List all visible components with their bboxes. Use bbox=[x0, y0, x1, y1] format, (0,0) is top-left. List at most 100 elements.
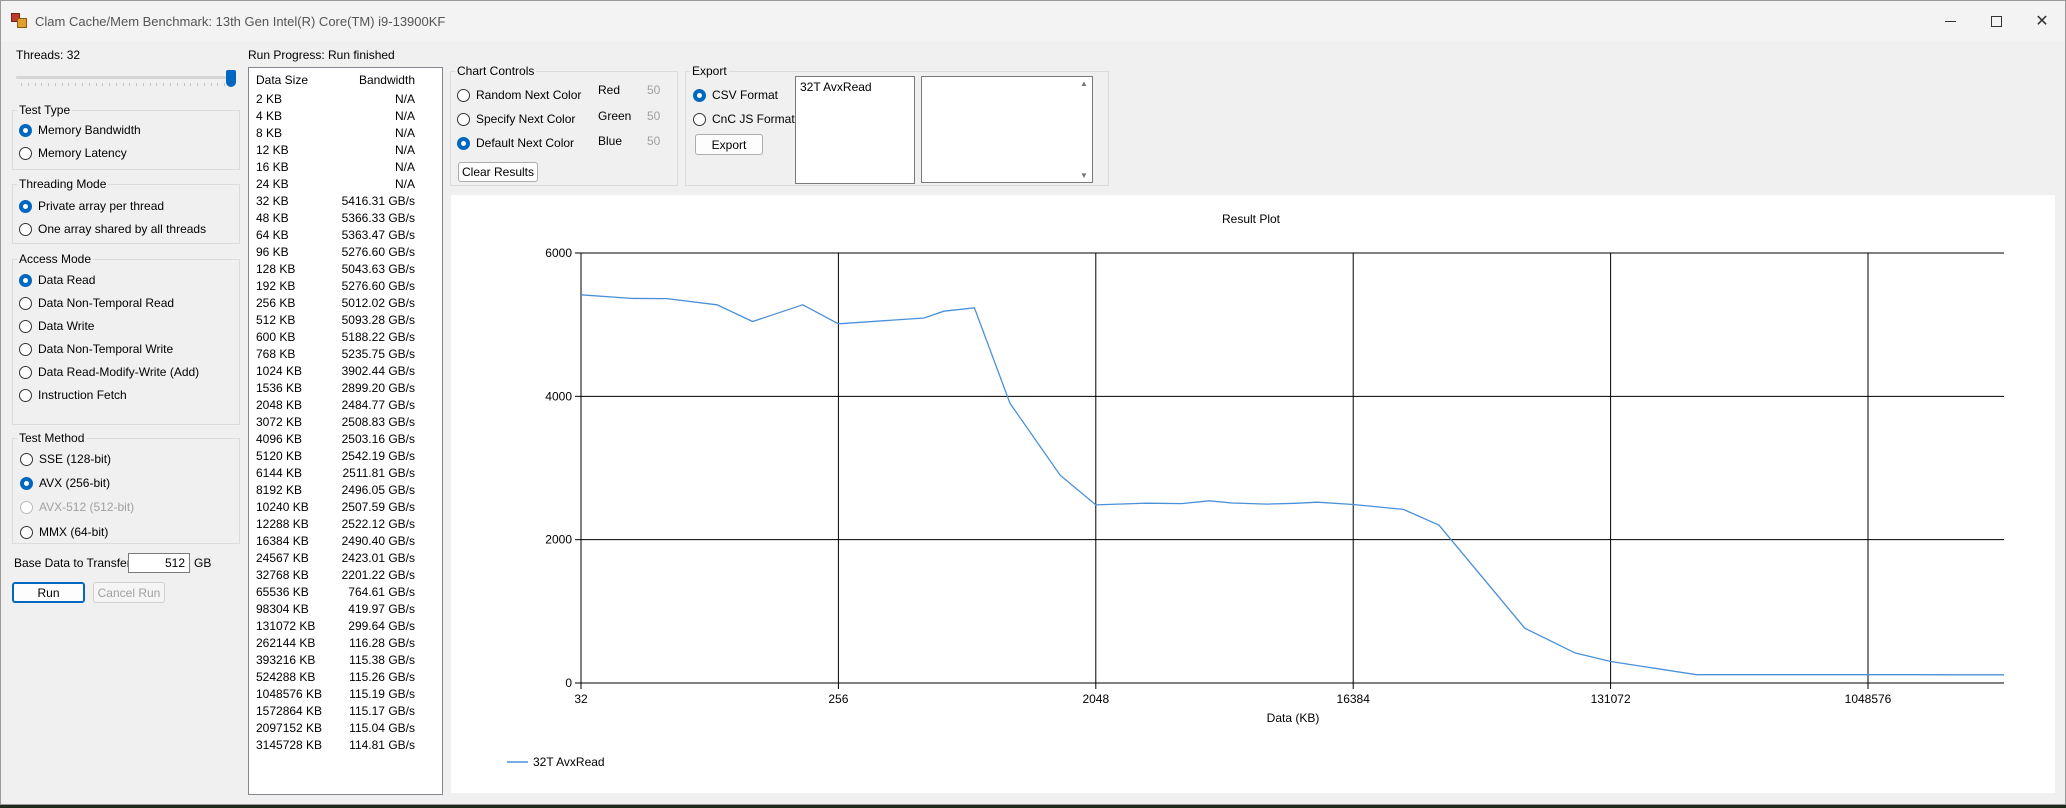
export-button[interactable]: Export bbox=[695, 134, 763, 155]
table-row[interactable]: 98304 KB 419.97 GB/s bbox=[249, 600, 442, 617]
radio-label: SSE (128-bit) bbox=[39, 452, 112, 466]
table-row[interactable]: 192 KB 5276.60 GB/s bbox=[249, 277, 442, 294]
table-row[interactable]: 2 KB N/A bbox=[249, 90, 442, 107]
cell-data-size: 8192 KB bbox=[256, 483, 303, 497]
radio-specify-color[interactable]: Specify Next Color bbox=[457, 111, 575, 127]
table-row[interactable]: 524288 KB 115.26 GB/s bbox=[249, 668, 442, 685]
table-row[interactable]: 1024 KB 3902.44 GB/s bbox=[249, 362, 442, 379]
table-row[interactable]: 32768 KB 2201.22 GB/s bbox=[249, 566, 442, 583]
table-row[interactable]: 24567 KB 2423.01 GB/s bbox=[249, 549, 442, 566]
results-list[interactable]: Data Size Bandwidth 2 KB N/A 4 KB N/A 8 KB N/… bbox=[248, 67, 443, 795]
cell-data-size: 24 KB bbox=[256, 177, 289, 191]
export-scrollbar[interactable]: ▲ ▼ bbox=[1075, 77, 1092, 182]
table-row[interactable]: 64 KB 5363.47 GB/s bbox=[249, 226, 442, 243]
export-output-box[interactable]: ▲ ▼ bbox=[921, 76, 1093, 183]
table-row[interactable]: 5120 KB 2542.19 GB/s bbox=[249, 447, 442, 464]
table-row[interactable]: 96 KB 5276.60 GB/s bbox=[249, 243, 442, 260]
cell-bandwidth: 115.38 GB/s bbox=[349, 653, 415, 667]
cell-bandwidth: 3902.44 GB/s bbox=[341, 364, 415, 378]
threads-slider[interactable] bbox=[16, 70, 236, 91]
red-label: Red bbox=[598, 83, 621, 97]
table-row[interactable]: 262144 KB 116.28 GB/s bbox=[249, 634, 442, 651]
cell-bandwidth: 419.97 GB/s bbox=[348, 602, 415, 616]
table-row[interactable]: 32 KB 5416.31 GB/s bbox=[249, 192, 442, 209]
table-row[interactable]: 256 KB 5012.02 GB/s bbox=[249, 294, 442, 311]
table-row[interactable]: 12288 KB 2522.12 GB/s bbox=[249, 515, 442, 532]
cell-bandwidth: 2899.20 GB/s bbox=[341, 381, 415, 395]
radio-data-rmw[interactable]: Data Read-Modify-Write (Add) bbox=[19, 364, 199, 380]
slider-tick bbox=[224, 83, 226, 86]
radio-data-read[interactable]: Data Read bbox=[19, 272, 95, 288]
table-row[interactable]: 600 KB 5188.22 GB/s bbox=[249, 328, 442, 345]
radio-circle bbox=[19, 342, 32, 356]
table-row[interactable]: 1536 KB 2899.20 GB/s bbox=[249, 379, 442, 396]
table-row[interactable]: 8192 KB 2496.05 GB/s bbox=[249, 481, 442, 498]
series-list-box[interactable]: 32T AvxRead bbox=[795, 76, 915, 184]
table-row[interactable]: 4096 KB 2503.16 GB/s bbox=[249, 430, 442, 447]
run-button[interactable]: Run bbox=[12, 582, 85, 603]
table-row[interactable]: 4 KB N/A bbox=[249, 107, 442, 124]
table-row[interactable]: 128 KB 5043.63 GB/s bbox=[249, 260, 442, 277]
close-button[interactable]: ✕ bbox=[2019, 1, 2065, 41]
table-row[interactable]: 8 KB N/A bbox=[249, 124, 442, 141]
base-data-label: Base Data to Transfer: bbox=[14, 556, 135, 570]
table-row[interactable]: 48 KB 5366.33 GB/s bbox=[249, 209, 442, 226]
cell-bandwidth: 5093.28 GB/s bbox=[341, 313, 415, 327]
table-row[interactable]: 65536 KB 764.61 GB/s bbox=[249, 583, 442, 600]
cell-bandwidth: 2542.19 GB/s bbox=[341, 449, 415, 463]
base-data-input[interactable]: 512 bbox=[128, 553, 190, 573]
radio-label: One array shared by all threads bbox=[38, 222, 207, 236]
table-row[interactable]: 16 KB N/A bbox=[249, 158, 442, 175]
slider-tick bbox=[115, 83, 117, 86]
chart-series bbox=[580, 294, 2004, 676]
blue-value: 50 bbox=[647, 134, 661, 148]
access-mode-title: Access Mode bbox=[17, 252, 94, 266]
export-group: Export CSV Format CnC JS Format Export 3… bbox=[685, 64, 1109, 186]
slider-tick bbox=[88, 83, 90, 86]
table-row[interactable]: 6144 KB 2511.81 GB/s bbox=[249, 464, 442, 481]
slider-tick bbox=[48, 83, 50, 86]
table-row[interactable]: 1572864 KB 115.17 GB/s bbox=[249, 702, 442, 719]
table-row[interactable]: 16384 KB 2490.40 GB/s bbox=[249, 532, 442, 549]
radio-memory-bandwidth[interactable]: Memory Bandwidth bbox=[19, 122, 141, 138]
scroll-up-icon[interactable]: ▲ bbox=[1080, 79, 1088, 88]
maximize-button[interactable] bbox=[1973, 1, 2019, 41]
radio-avx[interactable]: AVX (256-bit) bbox=[20, 475, 110, 491]
table-row[interactable]: 131072 KB 299.64 GB/s bbox=[249, 617, 442, 634]
slider-tick bbox=[21, 83, 22, 86]
table-row[interactable]: 10240 KB 2507.59 GB/s bbox=[249, 498, 442, 515]
cell-data-size: 65536 KB bbox=[256, 585, 309, 599]
minimize-button[interactable] bbox=[1927, 1, 1973, 41]
clear-results-button[interactable]: Clear Results bbox=[458, 162, 538, 182]
radio-sse[interactable]: SSE (128-bit) bbox=[20, 451, 111, 467]
radio-shared-array[interactable]: One array shared by all threads bbox=[19, 221, 206, 237]
table-row[interactable]: 12 KB N/A bbox=[249, 141, 442, 158]
table-row[interactable]: 3072 KB 2508.83 GB/s bbox=[249, 413, 442, 430]
run-progress-label: Run Progress: bbox=[248, 48, 325, 62]
table-row[interactable]: 768 KB 5235.75 GB/s bbox=[249, 345, 442, 362]
table-row[interactable]: 24 KB N/A bbox=[249, 175, 442, 192]
slider-tick bbox=[75, 83, 77, 86]
table-row[interactable]: 2097152 KB 115.04 GB/s bbox=[249, 719, 442, 736]
radio-label: Data Write bbox=[38, 319, 95, 333]
radio-private-array[interactable]: Private array per thread bbox=[19, 198, 164, 214]
radio-cnc-format[interactable]: CnC JS Format bbox=[693, 111, 795, 127]
scroll-down-icon[interactable]: ▼ bbox=[1080, 171, 1088, 180]
table-row[interactable]: 3145728 KB 114.81 GB/s bbox=[249, 736, 442, 753]
table-row[interactable]: 393216 KB 115.38 GB/s bbox=[249, 651, 442, 668]
table-row[interactable]: 1048576 KB 115.19 GB/s bbox=[249, 685, 442, 702]
slider-thumb[interactable] bbox=[226, 70, 236, 87]
radio-data-nt-write[interactable]: Data Non-Temporal Write bbox=[19, 341, 173, 357]
radio-data-write[interactable]: Data Write bbox=[19, 318, 94, 334]
radio-random-color[interactable]: Random Next Color bbox=[457, 87, 581, 103]
table-row[interactable]: 2048 KB 2484.77 GB/s bbox=[249, 396, 442, 413]
radio-memory-latency[interactable]: Memory Latency bbox=[19, 145, 127, 161]
radio-default-color[interactable]: Default Next Color bbox=[457, 135, 574, 151]
slider-tick bbox=[102, 83, 104, 86]
radio-instruction-fetch[interactable]: Instruction Fetch bbox=[19, 387, 127, 403]
radio-csv-format[interactable]: CSV Format bbox=[693, 87, 778, 103]
radio-data-nt-read[interactable]: Data Non-Temporal Read bbox=[19, 295, 174, 311]
radio-mmx[interactable]: MMX (64-bit) bbox=[20, 524, 108, 540]
cell-data-size: 393216 KB bbox=[256, 653, 316, 667]
table-row[interactable]: 512 KB 5093.28 GB/s bbox=[249, 311, 442, 328]
